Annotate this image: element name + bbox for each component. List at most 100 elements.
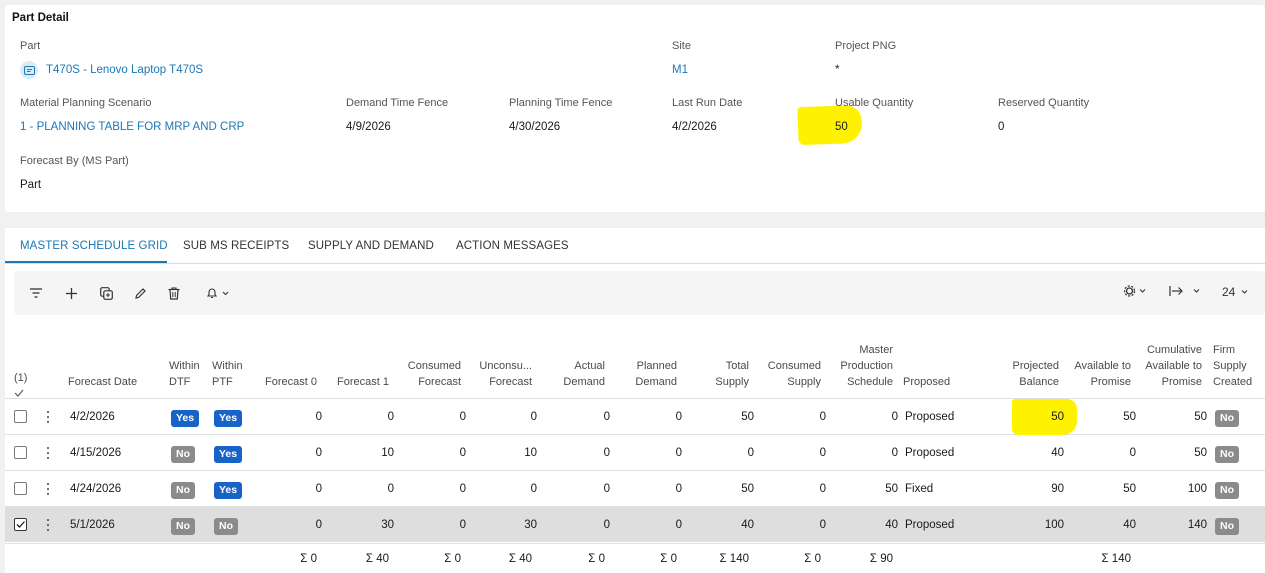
- tab-bar: MASTER SCHEDULE GRID SUB MS RECEIPTS SUP…: [5, 228, 1265, 264]
- badge-within-ptf: Yes: [214, 446, 243, 463]
- cell-f0: 0: [315, 519, 322, 531]
- add-icon[interactable]: [61, 283, 81, 303]
- header-total-supply[interactable]: Total Supply: [715, 358, 749, 390]
- duplicate-icon[interactable]: [96, 283, 116, 303]
- site-link[interactable]: M1: [672, 64, 691, 76]
- cell-status: Proposed: [905, 411, 955, 423]
- highlight-marker: [1012, 399, 1077, 435]
- badge-firm-supply: No: [1215, 482, 1239, 499]
- header-cumulative-atp[interactable]: Cumulative Available to Promise: [1145, 342, 1202, 390]
- tab-sub-ms-receipts[interactable]: SUB MS RECEIPTS: [183, 240, 289, 252]
- export-menu-button[interactable]: [1169, 285, 1203, 297]
- ptf-field: Planning Time Fence 4/30/2026: [509, 97, 612, 133]
- checkmark-icon: [16, 521, 25, 528]
- tab-action-messages[interactable]: ACTION MESSAGES: [456, 240, 569, 252]
- row-checkbox[interactable]: [14, 446, 27, 459]
- part-detail-panel: Part Detail Part T470S - Lenovo Laptop T…: [5, 5, 1265, 212]
- tab-master-schedule-grid[interactable]: MASTER SCHEDULE GRID: [20, 240, 168, 252]
- cell-cf: 0: [459, 447, 466, 459]
- part-link[interactable]: T470S - Lenovo Laptop T470S: [46, 64, 203, 76]
- header-available-to-promise[interactable]: Available to Promise: [1074, 358, 1131, 390]
- table-row[interactable]: 4/24/2026 No Yes 0 0 0 0 0 0 50 0 50 90 50 100 Fixed No: [5, 470, 1265, 506]
- page-size-value: 24: [1222, 285, 1236, 299]
- header-consumed-forecast[interactable]: Consumed Forecast: [408, 358, 461, 390]
- cell-ad: 0: [603, 519, 610, 531]
- filter-icon[interactable]: [26, 283, 46, 303]
- header-proposed[interactable]: Proposed: [903, 374, 950, 390]
- cell-atp: 0: [1129, 447, 1136, 459]
- header-master-production-schedule[interactable]: Master Production Schedule: [840, 342, 893, 390]
- last-run-field: Last Run Date 4/2/2026: [672, 97, 742, 133]
- table-row[interactable]: 4/15/2026 No Yes 0 10 0 10 0 0 0 0 0 40 0 50 Proposed No: [5, 434, 1265, 470]
- ptf-value: 4/30/2026: [509, 121, 561, 133]
- badge-within-ptf: No: [214, 518, 238, 535]
- forecast-by-label: Forecast By (MS Part): [20, 155, 129, 167]
- cell-uf: 10: [524, 447, 537, 459]
- cell-status: Proposed: [905, 447, 955, 459]
- cell-mps: 0: [891, 447, 898, 459]
- tab-supply-and-demand[interactable]: SUPPLY AND DEMAND: [308, 240, 434, 252]
- page-size-select[interactable]: 24: [1222, 285, 1251, 299]
- cell-cs: 0: [819, 411, 826, 423]
- total-forecast-1: Σ 40: [365, 553, 389, 565]
- badge-firm-supply: No: [1215, 410, 1239, 427]
- scenario-link[interactable]: 1 - PLANNING TABLE FOR MRP AND CRP: [20, 121, 244, 133]
- project-field: Project PNG *: [835, 40, 896, 76]
- cell-ts: 40: [741, 519, 754, 531]
- reserved-label: Reserved Quantity: [998, 97, 1090, 109]
- header-forecast-1[interactable]: Forecast 1: [337, 374, 389, 390]
- header-forecast-0[interactable]: Forecast 0: [265, 374, 317, 390]
- badge-within-dtf: Yes: [171, 410, 200, 427]
- cell-status: Fixed: [905, 483, 934, 495]
- header-within-ptf[interactable]: Within PTF: [212, 358, 243, 390]
- cell-mps: 50: [885, 483, 898, 495]
- header-forecast-date[interactable]: Forecast Date: [68, 374, 137, 390]
- scenario-label: Material Planning Scenario: [20, 97, 152, 109]
- cell-pb: 50: [1051, 411, 1064, 423]
- row-menu-icon[interactable]: [47, 483, 50, 495]
- totals-row: Σ 0 Σ 40 Σ 0 Σ 40 Σ 0 Σ 0 Σ 140 Σ 0 Σ 90…: [5, 543, 1265, 573]
- project-value: *: [835, 64, 840, 76]
- total-consumed-forecast: Σ 0: [444, 553, 461, 565]
- edit-icon[interactable]: [130, 283, 150, 303]
- header-planned-demand[interactable]: Planned Demand: [635, 358, 677, 390]
- row-menu-icon[interactable]: [47, 411, 50, 423]
- part-label: Part: [20, 40, 41, 52]
- total-planned-demand: Σ 0: [660, 553, 677, 565]
- settings-menu-button[interactable]: [1124, 285, 1148, 297]
- cell-atp: 50: [1123, 411, 1136, 423]
- row-checkbox[interactable]: [14, 518, 27, 531]
- cell-pb: 100: [1044, 519, 1064, 531]
- delete-icon[interactable]: [164, 283, 184, 303]
- header-consumed-supply[interactable]: Consumed Supply: [768, 358, 821, 390]
- header-firm-supply-created[interactable]: Firm Supply Created: [1213, 342, 1252, 390]
- usable-field: Usable Quantity 50: [835, 97, 913, 133]
- notification-menu-button[interactable]: [200, 283, 236, 303]
- row-menu-icon[interactable]: [47, 447, 50, 459]
- row-checkbox[interactable]: [14, 482, 27, 495]
- row-menu-icon[interactable]: [47, 519, 50, 531]
- total-total-supply: Σ 140: [719, 553, 750, 565]
- cell-pd: 0: [675, 447, 682, 459]
- header-within-dtf[interactable]: Within DTF: [169, 358, 200, 390]
- reserved-value: 0: [998, 121, 1005, 133]
- cell-pb: 40: [1051, 447, 1064, 459]
- total-forecast-0: Σ 0: [300, 553, 317, 565]
- cell-cf: 0: [459, 483, 466, 495]
- cell-uf: 30: [524, 519, 537, 531]
- header-projected-balance[interactable]: Projected Balance: [1013, 358, 1059, 390]
- cell-forecast-date: 4/24/2026: [70, 483, 122, 495]
- cell-f1: 0: [387, 411, 394, 423]
- project-label: Project PNG: [835, 40, 897, 52]
- row-checkbox[interactable]: [14, 410, 27, 423]
- cell-pb: 90: [1051, 483, 1064, 495]
- ptf-label: Planning Time Fence: [509, 97, 613, 109]
- header-unconsumed-forecast[interactable]: Unconsu... Forecast: [479, 358, 532, 390]
- cell-status: Proposed: [905, 519, 955, 531]
- badge-within-ptf: Yes: [214, 410, 243, 427]
- header-actual-demand[interactable]: Actual Demand: [563, 358, 605, 390]
- cell-f0: 0: [315, 447, 322, 459]
- cell-mps: 40: [885, 519, 898, 531]
- forecast-by-field: Forecast By (MS Part) Part: [20, 155, 129, 191]
- table-row[interactable]: 5/1/2026 No No 0 30 0 30 0 0 40 0 40 100 40 140 Propose…: [5, 506, 1265, 542]
